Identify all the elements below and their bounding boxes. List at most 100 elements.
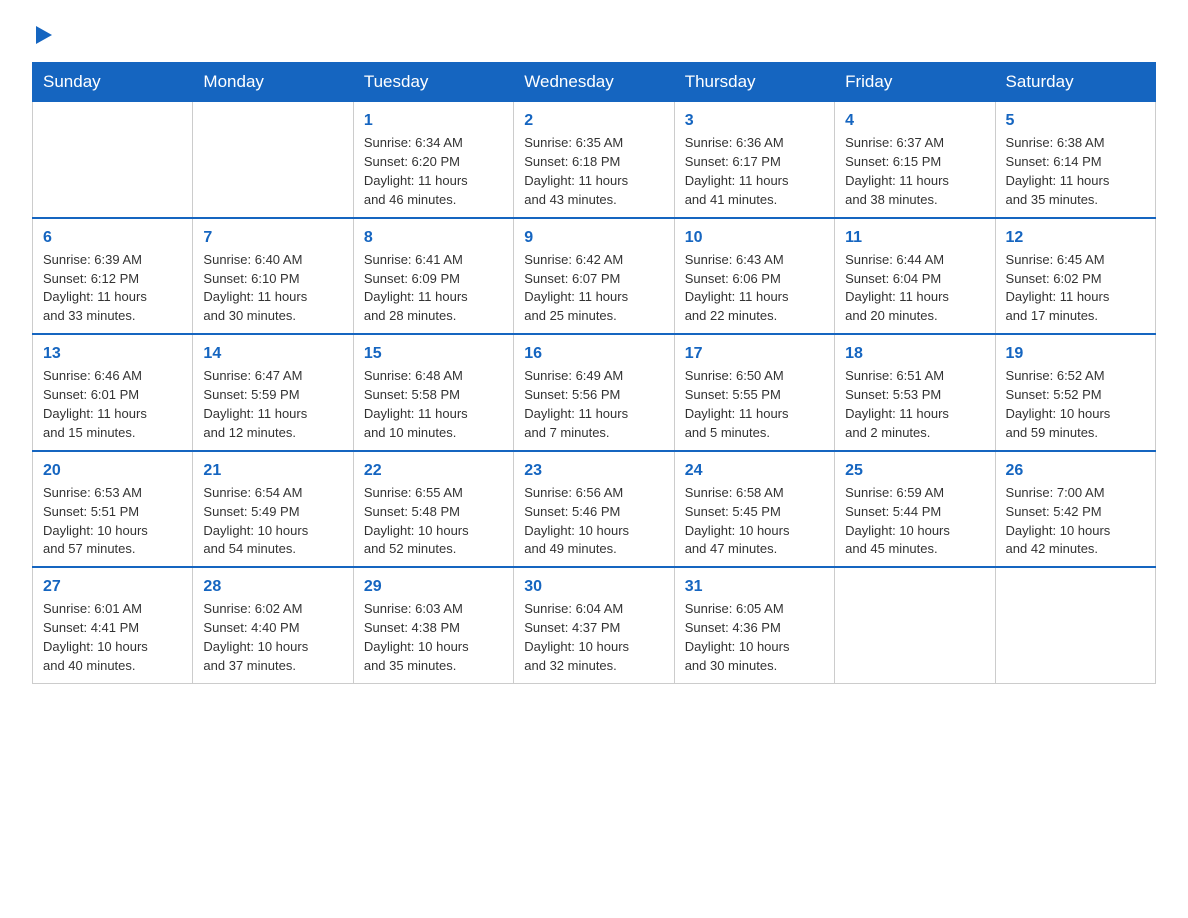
day-info: Sunrise: 6:54 AM Sunset: 5:49 PM Dayligh… <box>203 484 342 559</box>
day-info: Sunrise: 6:45 AM Sunset: 6:02 PM Dayligh… <box>1006 251 1145 326</box>
day-info: Sunrise: 6:37 AM Sunset: 6:15 PM Dayligh… <box>845 134 984 209</box>
calendar-cell: 7Sunrise: 6:40 AM Sunset: 6:10 PM Daylig… <box>193 218 353 335</box>
day-number: 19 <box>1006 342 1145 365</box>
day-number: 12 <box>1006 226 1145 249</box>
calendar-table: Sunday Monday Tuesday Wednesday Thursday… <box>32 62 1156 684</box>
calendar-cell: 13Sunrise: 6:46 AM Sunset: 6:01 PM Dayli… <box>33 334 193 451</box>
day-info: Sunrise: 6:59 AM Sunset: 5:44 PM Dayligh… <box>845 484 984 559</box>
calendar-cell <box>995 567 1155 683</box>
day-info: Sunrise: 6:34 AM Sunset: 6:20 PM Dayligh… <box>364 134 503 209</box>
calendar-cell: 28Sunrise: 6:02 AM Sunset: 4:40 PM Dayli… <box>193 567 353 683</box>
calendar-cell: 10Sunrise: 6:43 AM Sunset: 6:06 PM Dayli… <box>674 218 834 335</box>
day-info: Sunrise: 6:44 AM Sunset: 6:04 PM Dayligh… <box>845 251 984 326</box>
day-number: 26 <box>1006 459 1145 482</box>
day-number: 13 <box>43 342 182 365</box>
logo-flag-icon <box>33 24 55 46</box>
day-info: Sunrise: 6:55 AM Sunset: 5:48 PM Dayligh… <box>364 484 503 559</box>
day-info: Sunrise: 6:43 AM Sunset: 6:06 PM Dayligh… <box>685 251 824 326</box>
day-number: 21 <box>203 459 342 482</box>
day-info: Sunrise: 6:48 AM Sunset: 5:58 PM Dayligh… <box>364 367 503 442</box>
day-info: Sunrise: 7:00 AM Sunset: 5:42 PM Dayligh… <box>1006 484 1145 559</box>
day-number: 14 <box>203 342 342 365</box>
calendar-cell: 8Sunrise: 6:41 AM Sunset: 6:09 PM Daylig… <box>353 218 513 335</box>
day-number: 28 <box>203 575 342 598</box>
day-number: 4 <box>845 109 984 132</box>
calendar-cell: 23Sunrise: 6:56 AM Sunset: 5:46 PM Dayli… <box>514 451 674 568</box>
day-number: 15 <box>364 342 503 365</box>
calendar-week-row: 20Sunrise: 6:53 AM Sunset: 5:51 PM Dayli… <box>33 451 1156 568</box>
calendar-cell: 9Sunrise: 6:42 AM Sunset: 6:07 PM Daylig… <box>514 218 674 335</box>
calendar-cell: 21Sunrise: 6:54 AM Sunset: 5:49 PM Dayli… <box>193 451 353 568</box>
calendar-cell: 14Sunrise: 6:47 AM Sunset: 5:59 PM Dayli… <box>193 334 353 451</box>
calendar-cell <box>835 567 995 683</box>
day-info: Sunrise: 6:05 AM Sunset: 4:36 PM Dayligh… <box>685 600 824 675</box>
header-wednesday: Wednesday <box>514 63 674 102</box>
day-number: 30 <box>524 575 663 598</box>
calendar-cell: 25Sunrise: 6:59 AM Sunset: 5:44 PM Dayli… <box>835 451 995 568</box>
day-number: 29 <box>364 575 503 598</box>
calendar-week-row: 6Sunrise: 6:39 AM Sunset: 6:12 PM Daylig… <box>33 218 1156 335</box>
day-number: 3 <box>685 109 824 132</box>
day-info: Sunrise: 6:02 AM Sunset: 4:40 PM Dayligh… <box>203 600 342 675</box>
calendar-cell: 4Sunrise: 6:37 AM Sunset: 6:15 PM Daylig… <box>835 102 995 218</box>
calendar-cell: 11Sunrise: 6:44 AM Sunset: 6:04 PM Dayli… <box>835 218 995 335</box>
calendar-cell <box>193 102 353 218</box>
day-number: 6 <box>43 226 182 249</box>
calendar-cell: 26Sunrise: 7:00 AM Sunset: 5:42 PM Dayli… <box>995 451 1155 568</box>
calendar-cell: 5Sunrise: 6:38 AM Sunset: 6:14 PM Daylig… <box>995 102 1155 218</box>
day-info: Sunrise: 6:39 AM Sunset: 6:12 PM Dayligh… <box>43 251 182 326</box>
page-header <box>32 24 1156 44</box>
day-number: 16 <box>524 342 663 365</box>
day-number: 18 <box>845 342 984 365</box>
calendar-cell: 16Sunrise: 6:49 AM Sunset: 5:56 PM Dayli… <box>514 334 674 451</box>
day-info: Sunrise: 6:04 AM Sunset: 4:37 PM Dayligh… <box>524 600 663 675</box>
calendar-week-row: 13Sunrise: 6:46 AM Sunset: 6:01 PM Dayli… <box>33 334 1156 451</box>
calendar-cell: 3Sunrise: 6:36 AM Sunset: 6:17 PM Daylig… <box>674 102 834 218</box>
header-sunday: Sunday <box>33 63 193 102</box>
day-info: Sunrise: 6:38 AM Sunset: 6:14 PM Dayligh… <box>1006 134 1145 209</box>
header-thursday: Thursday <box>674 63 834 102</box>
day-info: Sunrise: 6:51 AM Sunset: 5:53 PM Dayligh… <box>845 367 984 442</box>
day-number: 22 <box>364 459 503 482</box>
day-number: 1 <box>364 109 503 132</box>
calendar-cell <box>33 102 193 218</box>
day-info: Sunrise: 6:52 AM Sunset: 5:52 PM Dayligh… <box>1006 367 1145 442</box>
calendar-cell: 15Sunrise: 6:48 AM Sunset: 5:58 PM Dayli… <box>353 334 513 451</box>
day-number: 11 <box>845 226 984 249</box>
calendar-cell: 2Sunrise: 6:35 AM Sunset: 6:18 PM Daylig… <box>514 102 674 218</box>
day-info: Sunrise: 6:42 AM Sunset: 6:07 PM Dayligh… <box>524 251 663 326</box>
day-number: 9 <box>524 226 663 249</box>
day-number: 10 <box>685 226 824 249</box>
calendar-cell: 31Sunrise: 6:05 AM Sunset: 4:36 PM Dayli… <box>674 567 834 683</box>
header-saturday: Saturday <box>995 63 1155 102</box>
day-info: Sunrise: 6:47 AM Sunset: 5:59 PM Dayligh… <box>203 367 342 442</box>
calendar-cell: 1Sunrise: 6:34 AM Sunset: 6:20 PM Daylig… <box>353 102 513 218</box>
day-info: Sunrise: 6:35 AM Sunset: 6:18 PM Dayligh… <box>524 134 663 209</box>
day-info: Sunrise: 6:50 AM Sunset: 5:55 PM Dayligh… <box>685 367 824 442</box>
header-monday: Monday <box>193 63 353 102</box>
day-info: Sunrise: 6:03 AM Sunset: 4:38 PM Dayligh… <box>364 600 503 675</box>
day-number: 24 <box>685 459 824 482</box>
day-number: 7 <box>203 226 342 249</box>
day-info: Sunrise: 6:58 AM Sunset: 5:45 PM Dayligh… <box>685 484 824 559</box>
calendar-week-row: 1Sunrise: 6:34 AM Sunset: 6:20 PM Daylig… <box>33 102 1156 218</box>
calendar-cell: 19Sunrise: 6:52 AM Sunset: 5:52 PM Dayli… <box>995 334 1155 451</box>
calendar-cell: 30Sunrise: 6:04 AM Sunset: 4:37 PM Dayli… <box>514 567 674 683</box>
day-info: Sunrise: 6:53 AM Sunset: 5:51 PM Dayligh… <box>43 484 182 559</box>
day-number: 17 <box>685 342 824 365</box>
day-info: Sunrise: 6:46 AM Sunset: 6:01 PM Dayligh… <box>43 367 182 442</box>
header-tuesday: Tuesday <box>353 63 513 102</box>
calendar-cell: 12Sunrise: 6:45 AM Sunset: 6:02 PM Dayli… <box>995 218 1155 335</box>
header-friday: Friday <box>835 63 995 102</box>
day-info: Sunrise: 6:36 AM Sunset: 6:17 PM Dayligh… <box>685 134 824 209</box>
day-number: 20 <box>43 459 182 482</box>
day-number: 2 <box>524 109 663 132</box>
calendar-cell: 6Sunrise: 6:39 AM Sunset: 6:12 PM Daylig… <box>33 218 193 335</box>
calendar-cell: 24Sunrise: 6:58 AM Sunset: 5:45 PM Dayli… <box>674 451 834 568</box>
calendar-cell: 29Sunrise: 6:03 AM Sunset: 4:38 PM Dayli… <box>353 567 513 683</box>
day-number: 31 <box>685 575 824 598</box>
day-number: 25 <box>845 459 984 482</box>
calendar-cell: 18Sunrise: 6:51 AM Sunset: 5:53 PM Dayli… <box>835 334 995 451</box>
calendar-cell: 17Sunrise: 6:50 AM Sunset: 5:55 PM Dayli… <box>674 334 834 451</box>
day-info: Sunrise: 6:49 AM Sunset: 5:56 PM Dayligh… <box>524 367 663 442</box>
